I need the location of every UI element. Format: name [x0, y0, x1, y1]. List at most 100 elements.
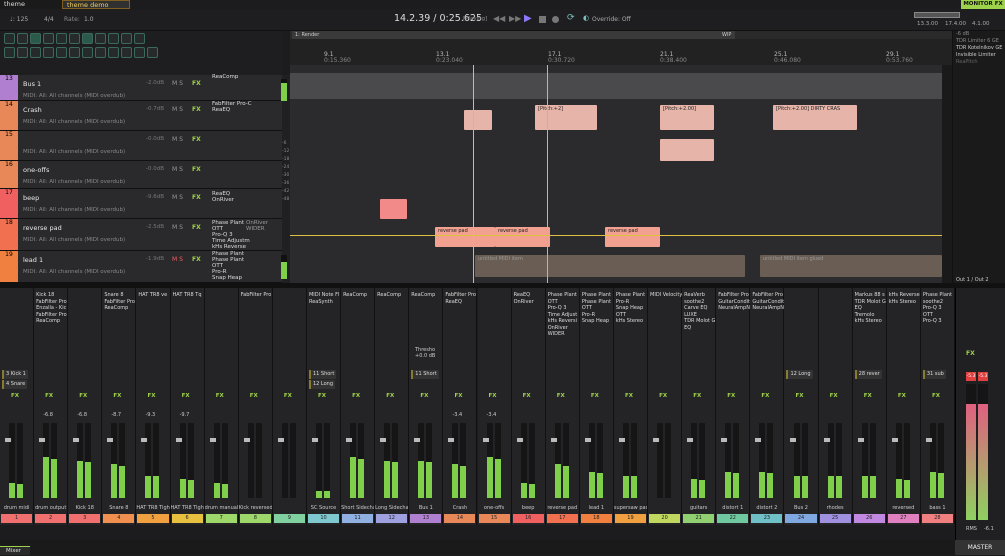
mixer-strip[interactable]: FabFilter Pro GuitarCondit NeuralAmpN FX dis…	[750, 288, 785, 525]
clip-crash[interactable]: [Pitch:+2.00]	[660, 105, 714, 130]
mixer-track-name[interactable]: drum output	[34, 505, 67, 511]
mixer-fx-list[interactable]: ReaComp	[411, 292, 435, 299]
fx-button[interactable]: FX	[523, 393, 531, 399]
mixer-strip[interactable]: MIDI Velocity FX 20	[648, 288, 682, 525]
rewind-icon[interactable]: ◀◀	[493, 14, 505, 23]
mixer-strip[interactable]: FabFilter Pro FX Kick reversed 8	[238, 288, 273, 525]
mixer-strip[interactable]: ReaEQ OnRiver FX beep 16	[511, 288, 546, 525]
fx-item[interactable]: Snap Heap	[212, 275, 244, 281]
fx-button[interactable]: FX	[727, 393, 735, 399]
mixer-fx-item[interactable]: FabFilter Pro	[445, 292, 476, 299]
track-input[interactable]: MIDI: All: All channels (MIDI overdub)	[23, 179, 125, 185]
volume-fader[interactable]	[823, 438, 830, 442]
mixer-fx-item[interactable]: ReaComp	[343, 292, 367, 299]
send-button[interactable]: 31 sub	[922, 370, 946, 379]
mixer-track-name[interactable]: bass 1	[921, 505, 954, 511]
mixer-fx-item[interactable]: kHs Stereo	[616, 318, 645, 325]
fx-button[interactable]: FX	[147, 393, 155, 399]
tool-cut-icon[interactable]	[17, 47, 28, 58]
track-crash[interactable]: 14 Crash MIDI: All: All channels (MIDI o…	[0, 101, 282, 131]
fx-button[interactable]: FX	[250, 393, 258, 399]
mixer-fx-item[interactable]: ReaComp	[377, 292, 401, 299]
mixer-strip[interactable]: HAT TR8 Tq FX -9.7 HAT TR8 Tigh 6	[170, 288, 205, 525]
mixer-track-name[interactable]: lead 1	[580, 505, 613, 511]
volume-fader[interactable]	[789, 438, 796, 442]
tool-glue-icon[interactable]	[30, 47, 41, 58]
mixer-strip[interactable]: Markus 88 s TDR Molot G EQ Tremolo kHs Stere…	[852, 288, 887, 525]
fx-button[interactable]: FX	[284, 393, 292, 399]
override-label[interactable]: Override: Off	[592, 16, 631, 23]
mixer-fx-list[interactable]: FabFilter Pro GuitarCondit NeuralAmpN	[752, 292, 784, 312]
volume-fader[interactable]	[653, 438, 660, 442]
override-icon[interactable]: ◐	[583, 14, 589, 22]
mute-solo-buttons[interactable]: M S	[172, 224, 183, 231]
mixer-fx-item[interactable]: Snap Heap	[582, 318, 611, 325]
track-input[interactable]: MIDI: All: All channels (MIDI overdub)	[23, 149, 125, 155]
mixer-strip[interactable]: ReaComp 11 Short FX Bus 1 13	[409, 288, 444, 525]
fx-button[interactable]: FX	[192, 80, 201, 87]
fx-button[interactable]: FX	[192, 106, 201, 113]
track-input[interactable]: MIDI: All: All channels (MIDI overdub)	[23, 93, 125, 99]
fx-button[interactable]: FX	[192, 194, 201, 201]
track-lead-1[interactable]: 19 lead 1 MIDI: All: All channels (MIDI …	[0, 251, 282, 283]
mixer-fx-item[interactable]: Phase Plant	[923, 292, 952, 299]
mixer-fx-item[interactable]: FabFilter Pro	[718, 292, 750, 299]
mixer-strip[interactable]: 3 Kick 14 Snare FX drum midi 1	[0, 288, 35, 525]
clip-crash[interactable]: [Pitch:+2.00] DIRTY CRAS	[773, 105, 857, 130]
monitor-fx-item[interactable]: ReaPitch	[956, 59, 978, 65]
volume-fader[interactable]	[891, 438, 898, 442]
mixer-fx-item[interactable]: kHs Stereo	[889, 299, 920, 306]
mixer-fx-item[interactable]: NeuralAmpN	[752, 305, 784, 312]
fx-button[interactable]: FX	[113, 393, 121, 399]
mixer-fx-item[interactable]: NeuralAmpN	[718, 305, 750, 312]
fx-list[interactable]: Phase Plant OTT Pro-Q 3 Time Adjustm kHs…	[212, 220, 250, 250]
tool-fx-icon[interactable]	[82, 47, 93, 58]
fx-button[interactable]: FX	[454, 393, 462, 399]
clip-crash[interactable]	[464, 110, 492, 130]
mixer-fx-item[interactable]: Snap Heap	[616, 305, 645, 312]
mixer-track-name[interactable]: Bus 1	[409, 505, 442, 511]
mute-solo-buttons[interactable]: M S	[172, 194, 183, 201]
track-name[interactable]: reverse pad	[23, 224, 62, 232]
volume-fader[interactable]	[346, 438, 353, 442]
xfade-icon[interactable]	[69, 33, 80, 44]
volume-fader[interactable]	[755, 438, 762, 442]
mixer-track-name[interactable]: reverse pad	[546, 505, 579, 511]
mixer-fx-list[interactable]: FabFilter Pro	[241, 292, 272, 299]
mixer-track-name[interactable]: one-offs	[478, 505, 511, 511]
mixer-strip[interactable]: Snare 8 FabFilter Pro ReaComp FX -8.7 Snare 8…	[102, 288, 137, 525]
fx-button[interactable]: FX	[557, 393, 565, 399]
tool-zoom-icon[interactable]	[56, 47, 67, 58]
mixer-fx-item[interactable]: ReaComp	[36, 318, 67, 325]
envelope-icon[interactable]	[43, 33, 54, 44]
mixer-track-name[interactable]: drum midi	[0, 505, 33, 511]
volume-fader[interactable]	[584, 438, 591, 442]
fx-item[interactable]: ReaComp	[212, 74, 238, 80]
mute-solo-buttons[interactable]: M S	[172, 166, 183, 173]
fx-button[interactable]: FX	[45, 393, 53, 399]
mixer-track-name[interactable]: rhodes	[819, 505, 852, 511]
mixer-fx-item[interactable]: MIDI Note Fl	[309, 292, 339, 299]
track-bus-1[interactable]: 13 Bus 1 MIDI: All: All channels (MIDI o…	[0, 74, 282, 101]
mixer-fx-list[interactable]: ReaComp	[343, 292, 367, 299]
track-name[interactable]: beep	[23, 194, 39, 202]
track-one-offs[interactable]: 16 one-offs MIDI: All: All channels (MID…	[0, 161, 282, 189]
timesig-readout[interactable]: 4/4	[44, 16, 54, 23]
volume-fader[interactable]	[73, 438, 80, 442]
fx-button[interactable]: FX	[591, 393, 599, 399]
monitor-fx-item[interactable]: Invisible Limiter	[956, 52, 996, 58]
mixer-fx-item[interactable]: kHs Stereo	[855, 318, 886, 325]
mixer-fx-item[interactable]: TDR Molot G	[684, 318, 715, 325]
track-volume[interactable]: -0.7dB	[146, 106, 164, 112]
track-volume[interactable]: -0.0dB	[146, 136, 164, 142]
mixer-track-name[interactable]: supersaw pad	[614, 505, 647, 511]
volume-fader[interactable]	[209, 438, 216, 442]
mixer-strip[interactable]: FX -3.4 one-offs 15	[477, 288, 512, 525]
track-volume[interactable]: -1.9dB	[146, 256, 164, 262]
mixer-fx-list[interactable]: MIDI Note Fl ReaSynth	[309, 292, 339, 305]
mixer-track-name[interactable]: reversed	[887, 505, 920, 511]
clip-beep[interactable]	[380, 199, 407, 219]
mute-solo-buttons[interactable]: M S	[172, 136, 183, 143]
clip-midi[interactable]: untitled MIDI item	[475, 255, 745, 277]
mixer-fx-list[interactable]: ReaComp	[377, 292, 401, 299]
